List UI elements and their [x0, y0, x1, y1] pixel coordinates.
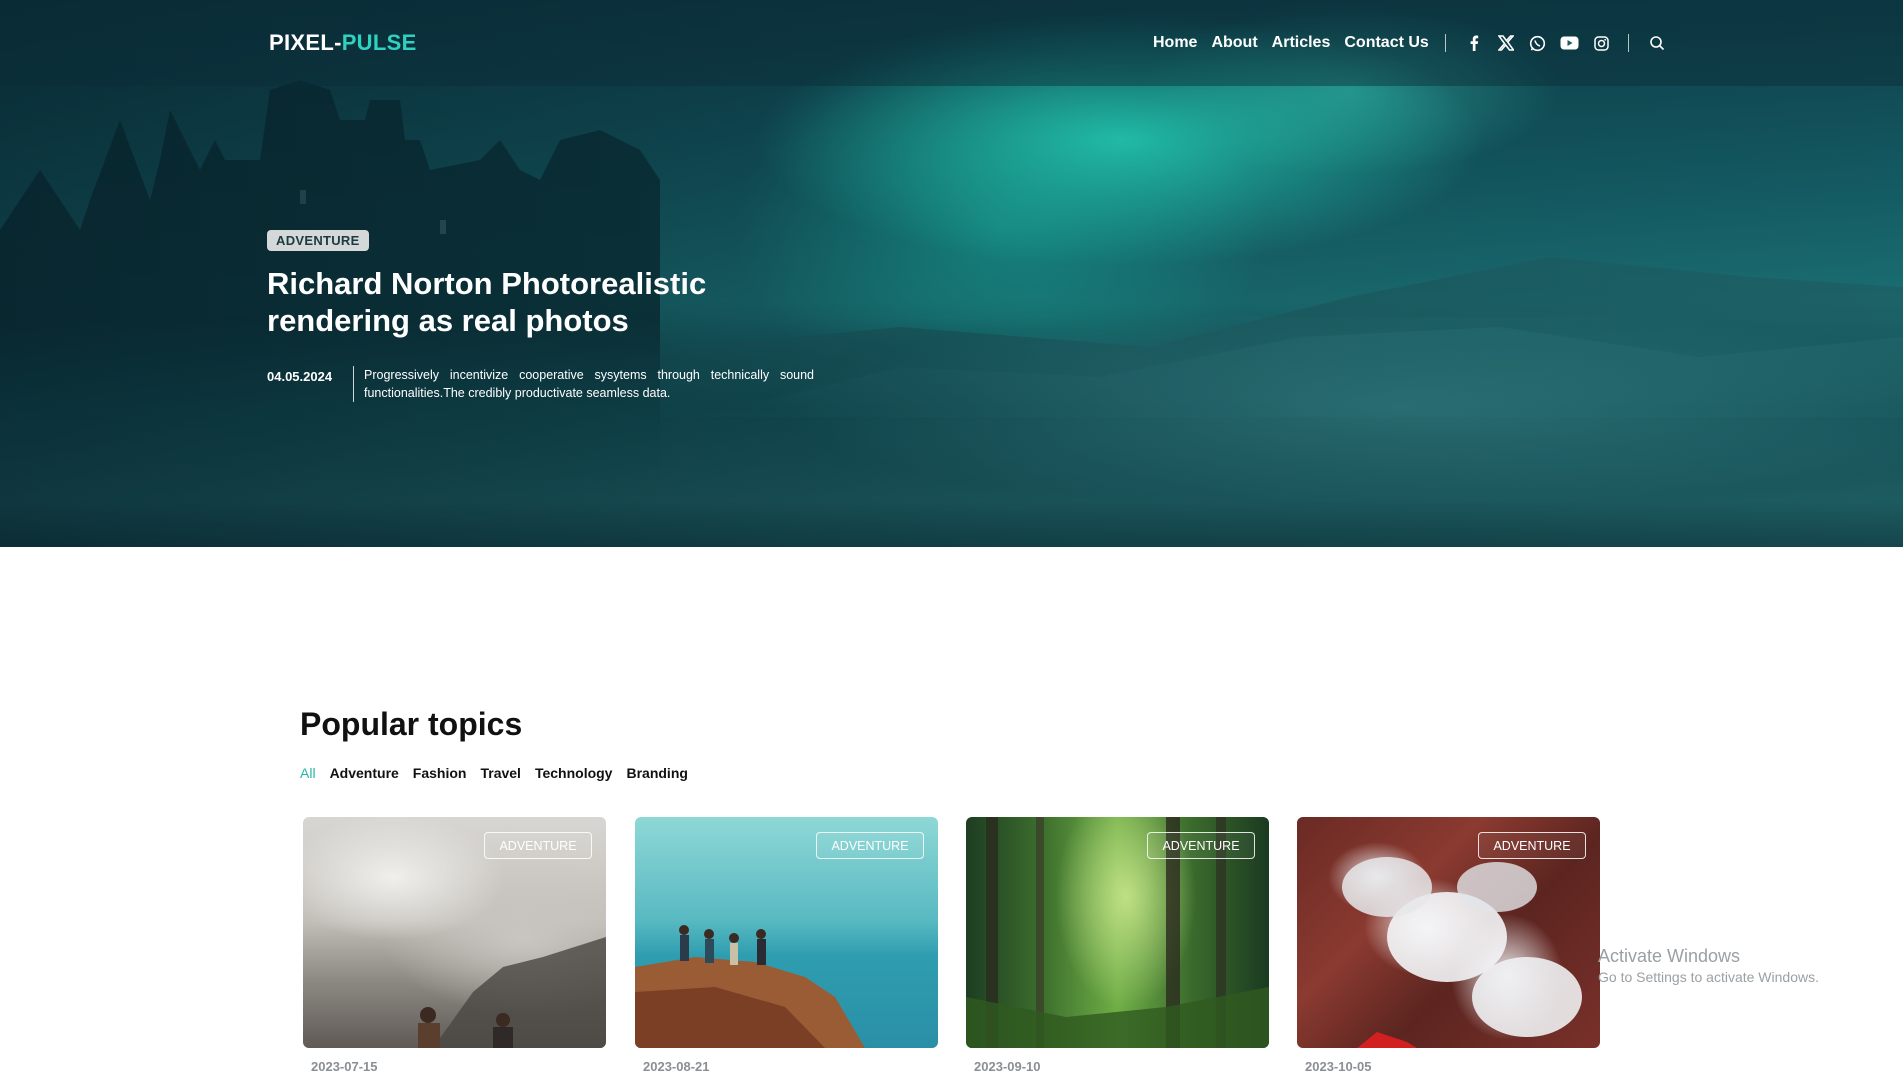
- card-category-tag[interactable]: ADVENTURE: [484, 832, 592, 859]
- nav-about[interactable]: About: [1211, 34, 1257, 52]
- card-category-tag[interactable]: ADVENTURE: [1147, 832, 1255, 859]
- hero-title[interactable]: Richard Norton Photorealistic rendering …: [267, 265, 827, 339]
- card-category-tag[interactable]: ADVENTURE: [1478, 832, 1586, 859]
- card-image[interactable]: ADVENTURE: [1297, 817, 1600, 1048]
- hero-date: 04.05.2024: [267, 369, 333, 384]
- card-image[interactable]: ADVENTURE: [303, 817, 606, 1048]
- youtube-icon[interactable]: [1554, 33, 1586, 53]
- card-image[interactable]: ADVENTURE: [966, 817, 1269, 1048]
- logo-text-accent: PULSE: [341, 30, 417, 55]
- article-card[interactable]: ADVENTURE 2023-10-05: [1297, 817, 1600, 1074]
- nav-divider: [1444, 34, 1446, 52]
- meta-divider: [353, 366, 354, 402]
- whatsapp-icon[interactable]: [1522, 33, 1554, 53]
- hero-content: ADVENTURE Richard Norton Photorealistic …: [267, 230, 827, 402]
- hero-title-line: Richard Norton Photorealistic: [267, 266, 707, 301]
- filter-fashion[interactable]: Fashion: [413, 765, 467, 781]
- hero-description: Progressively incentivize cooperative sy…: [364, 368, 814, 400]
- hero-title-line: rendering as real photos: [267, 303, 629, 338]
- filter-technology[interactable]: Technology: [535, 765, 613, 781]
- card-image[interactable]: ADVENTURE: [635, 817, 938, 1048]
- site-logo[interactable]: PIXEL-PULSE: [269, 30, 417, 56]
- os-activation-watermark: Activate Windows Go to Settings to activ…: [1598, 946, 1819, 985]
- nav-divider: [1627, 34, 1629, 52]
- top-navigation-bar: PIXEL-PULSE Home About Articles Contact …: [0, 0, 1903, 86]
- logo-text-primary: PIXEL-: [269, 30, 342, 55]
- filter-adventure[interactable]: Adventure: [330, 765, 399, 781]
- card-date: 2023-09-10: [974, 1059, 1041, 1074]
- article-card[interactable]: ADVENTURE 2023-07-15: [303, 817, 606, 1074]
- article-card[interactable]: ADVENTURE 2023-08-21: [635, 817, 938, 1074]
- hero-meta: 04.05.2024 Progressively incentivize coo…: [267, 366, 827, 402]
- watermark-subtitle: Go to Settings to activate Windows.: [1598, 969, 1819, 985]
- filter-all[interactable]: All: [300, 765, 316, 781]
- card-date: 2023-08-21: [643, 1059, 710, 1074]
- main-nav: Home About Articles Contact Us: [1153, 33, 1673, 53]
- topic-filters: All Adventure Fashion Travel Technology …: [300, 765, 702, 781]
- watermark-title: Activate Windows: [1598, 946, 1741, 966]
- hero-category-badge[interactable]: ADVENTURE: [267, 230, 369, 251]
- card-date: 2023-10-05: [1305, 1059, 1372, 1074]
- facebook-icon[interactable]: [1458, 33, 1490, 53]
- filter-travel[interactable]: Travel: [480, 765, 520, 781]
- nav-home[interactable]: Home: [1153, 34, 1197, 52]
- filter-branding[interactable]: Branding: [626, 765, 687, 781]
- article-card[interactable]: ADVENTURE 2023-09-10: [966, 817, 1269, 1074]
- nav-articles[interactable]: Articles: [1272, 34, 1331, 52]
- card-category-tag[interactable]: ADVENTURE: [816, 832, 924, 859]
- nav-contact-us[interactable]: Contact Us: [1344, 34, 1428, 52]
- search-icon[interactable]: [1641, 33, 1673, 53]
- card-date: 2023-07-15: [311, 1059, 378, 1074]
- x-icon[interactable]: [1490, 33, 1522, 53]
- instagram-icon[interactable]: [1586, 33, 1618, 53]
- section-title: Popular topics: [300, 706, 523, 742]
